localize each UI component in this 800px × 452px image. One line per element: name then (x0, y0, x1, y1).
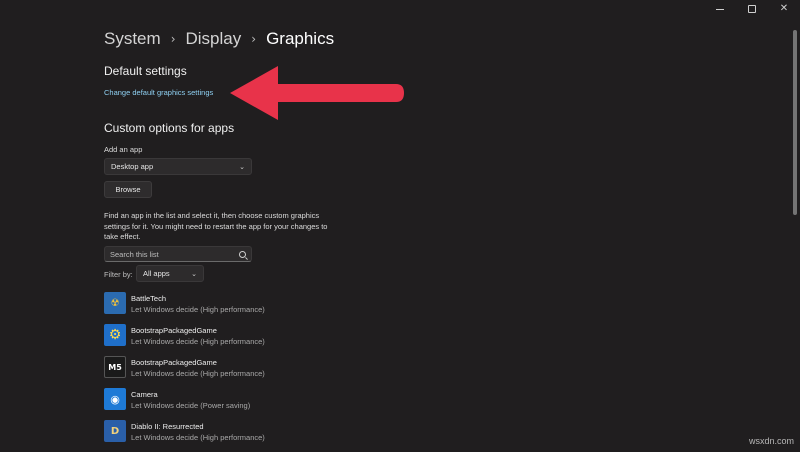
list-item[interactable]: ☢ BattleTech Let Windows decide (High pe… (104, 292, 404, 324)
breadcrumb-display[interactable]: Display (186, 29, 242, 49)
browse-button[interactable]: Browse (104, 181, 152, 198)
breadcrumb: System › Display › Graphics (104, 29, 334, 49)
custom-options-heading: Custom options for apps (104, 121, 235, 135)
chevron-right-icon: › (251, 32, 257, 46)
app-type-dropdown[interactable]: Desktop app ⌄ (104, 158, 252, 175)
scrollbar[interactable] (793, 30, 797, 215)
app-setting: Let Windows decide (High performance) (131, 305, 265, 314)
red-arrow-annotation (230, 66, 404, 120)
m5-icon: M5 (104, 356, 126, 378)
app-setting: Let Windows decide (High performance) (131, 337, 265, 346)
chevron-down-icon: ⌄ (191, 269, 197, 278)
list-item[interactable]: ⚙ BootstrapPackagedGame Let Windows deci… (104, 324, 404, 356)
diablo-icon: D (104, 420, 126, 442)
app-setting: Let Windows decide (High performance) (131, 369, 265, 378)
minimize-icon (716, 8, 724, 10)
search-icon (239, 251, 246, 258)
filter-dropdown[interactable]: All apps ⌄ (136, 265, 204, 282)
app-name: Diablo II: Resurrected (131, 422, 204, 431)
breadcrumb-system[interactable]: System (104, 29, 161, 49)
camera-icon: ◉ (104, 388, 126, 410)
app-setting: Let Windows decide (Power saving) (131, 401, 251, 410)
close-icon: ✕ (779, 3, 789, 14)
chevron-down-icon: ⌄ (239, 162, 245, 171)
watermark: wsxdn.com (748, 436, 794, 446)
app-name: BootstrapPackagedGame (131, 358, 217, 367)
app-name: Camera (131, 390, 158, 399)
filter-selected: All apps (143, 269, 170, 278)
search-box[interactable] (104, 246, 252, 262)
default-settings-heading: Default settings (104, 64, 187, 78)
gear-icon: ⚙ (104, 324, 126, 346)
app-name: BootstrapPackagedGame (131, 326, 217, 335)
change-default-graphics-link[interactable]: Change default graphics settings (104, 88, 213, 97)
add-an-app-label: Add an app (104, 145, 143, 154)
maximize-icon (748, 5, 756, 13)
list-item[interactable]: D Diablo II: Resurrected Let Windows dec… (104, 420, 404, 452)
settings-window: ✕ System › Display › Graphics Default se… (0, 0, 800, 450)
window-caption-buttons: ✕ (704, 0, 800, 18)
app-name: BattleTech (131, 294, 167, 303)
app-setting: Let Windows decide (High performance) (131, 433, 265, 442)
search-input[interactable] (105, 249, 230, 259)
custom-options-description: Find an app in the list and select it, t… (104, 211, 328, 241)
list-item[interactable]: ◉ Camera Let Windows decide (Power savin… (104, 388, 404, 420)
battletech-icon: ☢ (104, 292, 126, 314)
close-button[interactable]: ✕ (768, 0, 800, 18)
filter-by-label: Filter by: (104, 270, 133, 279)
page-title: Graphics (266, 29, 335, 48)
chevron-right-icon: › (170, 32, 176, 46)
list-item[interactable]: M5 BootstrapPackagedGame Let Windows dec… (104, 356, 404, 388)
app-type-selected: Desktop app (111, 162, 154, 171)
minimize-button[interactable] (704, 0, 736, 18)
maximize-button[interactable] (736, 0, 768, 18)
app-list: ☢ BattleTech Let Windows decide (High pe… (104, 292, 404, 452)
